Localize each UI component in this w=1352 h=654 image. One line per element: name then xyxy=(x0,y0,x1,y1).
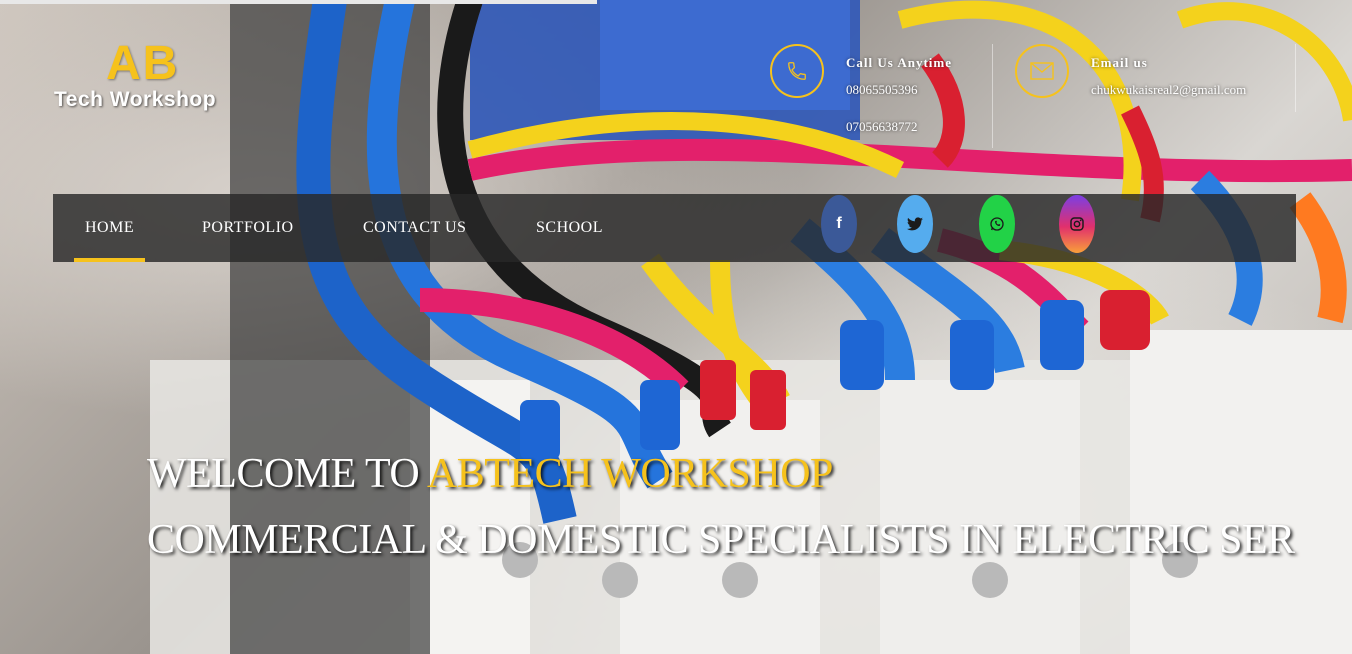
hero-welcome-prefix: WELCOME TO xyxy=(147,451,427,497)
twitter-icon xyxy=(907,217,923,231)
site-logo[interactable]: AB Tech Workshop xyxy=(54,40,314,116)
whatsapp-icon xyxy=(989,216,1005,232)
email-address[interactable]: chukwukaisreal2@gmail.com xyxy=(1091,82,1246,98)
facebook-icon: f xyxy=(836,215,842,232)
phone-number-2[interactable]: 07056638772 xyxy=(846,119,918,135)
email-us-title: Email us xyxy=(1091,55,1148,70)
phone-number-1[interactable]: 08065505396 xyxy=(846,82,918,98)
main-navbar: HOME PORTFOLIO CONTACT US SCHOOL xyxy=(53,194,1296,262)
logo-subtitle: Tech Workshop xyxy=(54,88,217,111)
instagram-button[interactable] xyxy=(1059,195,1095,253)
contact-divider xyxy=(992,44,993,148)
nav-contact-us[interactable]: CONTACT US xyxy=(363,194,466,262)
top-scroll-indicator xyxy=(0,0,597,4)
facebook-button[interactable]: f xyxy=(821,195,857,253)
logo-mark: AB xyxy=(106,37,180,90)
envelope-icon xyxy=(1015,44,1069,98)
twitter-button[interactable] xyxy=(897,195,933,253)
phone-icon xyxy=(770,44,824,98)
hero-welcome-heading: WELCOME TO ABTECH WORKSHOP xyxy=(147,450,833,498)
whatsapp-button[interactable] xyxy=(979,195,1015,253)
nav-school[interactable]: SCHOOL xyxy=(536,194,603,262)
nav-portfolio[interactable]: PORTFOLIO xyxy=(202,194,294,262)
instagram-icon xyxy=(1069,216,1085,232)
call-us-title: Call Us Anytime xyxy=(846,55,952,70)
nav-home[interactable]: HOME xyxy=(73,194,146,262)
hero-tagline: COMMERCIAL & DOMESTIC SPECIALISTS IN ELE… xyxy=(147,517,1295,563)
hero-brand-name: ABTECH WORKSHOP xyxy=(426,451,833,497)
contact-divider-end xyxy=(1295,44,1296,112)
